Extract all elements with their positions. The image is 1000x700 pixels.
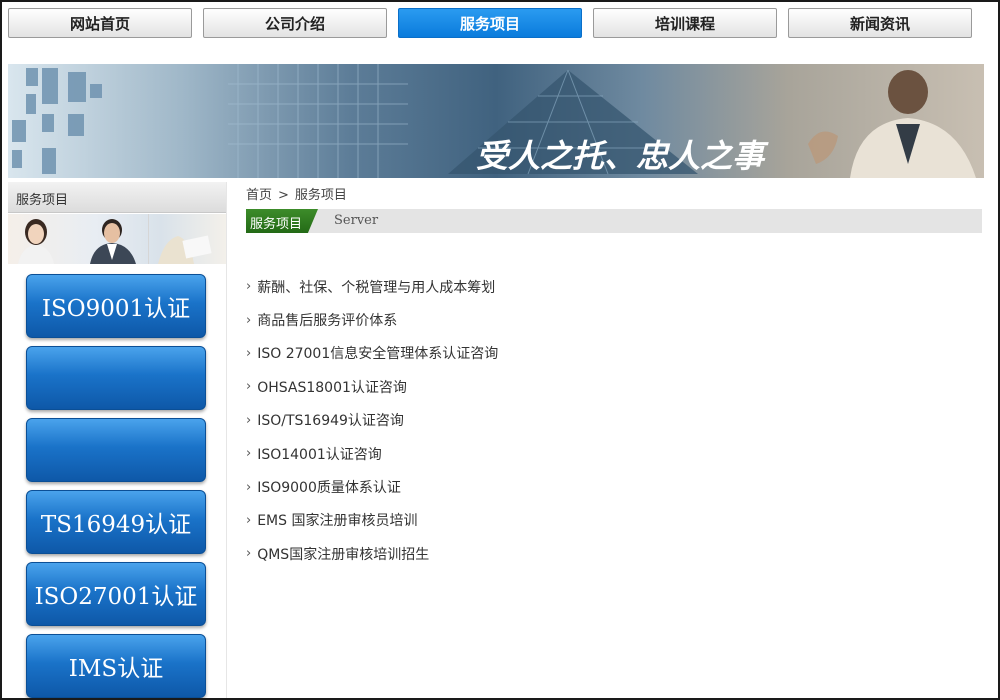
list-item[interactable]: › 商品售后服务评价体系 [246,303,498,336]
breadcrumb-home-link[interactable]: 首页 [246,188,272,203]
sidebar-header: 服务项目 [8,182,226,213]
list-item[interactable]: › ISO14001认证咨询 [246,437,498,470]
list-item[interactable]: › ISO9000质量体系认证 [246,470,498,503]
chevron-right-icon: › [246,412,252,428]
nav-item-about[interactable]: 公司介绍 [203,8,387,38]
top-nav: 网站首页 公司介绍 服务项目 培训课程 新闻资讯 [8,8,988,40]
service-link[interactable]: EMS 国家注册审核员培训 [257,510,417,530]
service-link[interactable]: ISO14001认证咨询 [257,444,382,464]
chevron-right-icon: › [246,512,252,528]
nav-item-training[interactable]: 培训课程 [593,8,777,38]
sidebar-title: 服务项目 [16,193,69,208]
sidebar-staff-photo [8,214,226,264]
service-link[interactable]: ISO 27001信息安全管理体系认证咨询 [257,343,498,363]
list-item[interactable]: › 薪酬、社保、个税管理与用人成本筹划 [246,270,498,303]
section-subtitle: Server [334,213,379,228]
sidebar: 服务项目 ISO9001认证 TS16949认证 ISO27001认证 IMS认… [8,182,227,698]
chevron-right-icon: › [246,446,252,462]
chevron-right-icon: › [246,312,252,328]
chevron-right-icon: › [246,379,252,395]
banner-slogan: 受人之托、忠人之事 [476,137,769,175]
breadcrumb-separator: > [278,188,289,203]
list-item[interactable]: › OHSAS18001认证咨询 [246,370,498,403]
service-link[interactable]: QMS国家注册审核培训招生 [257,544,429,564]
list-item[interactable]: › ISO/TS16949认证咨询 [246,404,498,437]
nav-item-news[interactable]: 新闻资讯 [788,8,972,38]
list-item[interactable]: › QMS国家注册审核培训招生 [246,537,498,570]
section-title: 服务项目 [250,217,303,232]
list-item[interactable]: › ISO 27001信息安全管理体系认证咨询 [246,337,498,370]
chevron-right-icon: › [246,479,252,495]
chevron-right-icon: › [246,345,252,361]
sidebar-button-ts16949[interactable]: TS16949认证 [26,490,206,554]
service-link[interactable]: ISO9000质量体系认证 [257,477,401,497]
chevron-right-icon: › [246,279,252,295]
service-link[interactable]: 薪酬、社保、个税管理与用人成本筹划 [257,277,495,297]
section-title-bar: 服务项目 Server [246,209,982,233]
sidebar-button-iso27001[interactable]: ISO27001认证 [26,562,206,626]
nav-item-services[interactable]: 服务项目 [398,8,582,38]
service-link[interactable]: ISO/TS16949认证咨询 [257,410,404,430]
banner: 受人之托、忠人之事 [8,64,984,178]
chevron-right-icon: › [246,546,252,562]
banner-image: 受人之托、忠人之事 [12,64,976,178]
breadcrumb-current: 服务项目 [294,188,347,203]
page-frame: 网站首页 公司介绍 服务项目 培训课程 新闻资讯 受人之托、忠人之事 服务项目 … [0,0,1000,700]
sidebar-button-iso9001[interactable]: ISO9001认证 [26,274,206,338]
sidebar-button-ims[interactable]: IMS认证 [26,634,206,698]
sidebar-button-2[interactable] [26,346,206,410]
section-title-tab: 服务项目 [246,209,318,233]
breadcrumb: 首页 > 服务项目 [246,184,347,203]
service-link[interactable]: 商品售后服务评价体系 [257,310,397,330]
service-list: › 薪酬、社保、个税管理与用人成本筹划 › 商品售后服务评价体系 › ISO 2700… [246,270,498,571]
sidebar-button-3[interactable] [26,418,206,482]
nav-item-home[interactable]: 网站首页 [8,8,192,38]
service-link[interactable]: OHSAS18001认证咨询 [257,377,407,397]
list-item[interactable]: › EMS 国家注册审核员培训 [246,504,498,537]
